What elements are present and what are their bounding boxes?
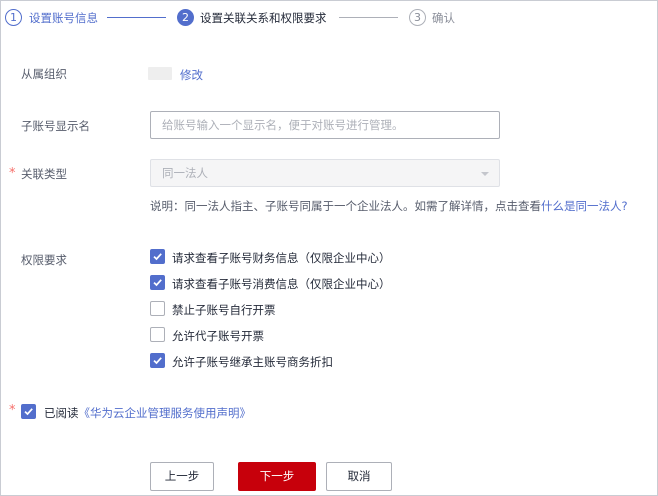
permission-option-label: 允许子账号继承主账号商务折扣 <box>172 355 333 369</box>
permission-option-label: 允许代子账号开票 <box>172 329 264 343</box>
cancel-button[interactable]: 取消 <box>326 462 392 491</box>
step-3-label: 确认 <box>432 11 455 25</box>
org-edit-link[interactable]: 修改 <box>180 67 203 83</box>
display-name-label: 子账号显示名 <box>21 119 90 133</box>
check-icon <box>153 253 162 261</box>
agreement-checkbox[interactable] <box>21 404 36 419</box>
agreement-link[interactable]: 《华为云企业管理服务使用声明》 <box>79 406 252 420</box>
permission-option-label: 请求查看子账号财务信息（仅限企业中心） <box>172 251 391 265</box>
check-icon <box>24 408 33 416</box>
agreement-text: 已阅读《华为云企业管理服务使用声明》 <box>44 405 251 421</box>
agreement-prefix: 已阅读 <box>44 406 79 420</box>
relation-type-selected-value: 同一法人 <box>162 166 208 180</box>
step-3-number: 3 <box>409 9 426 26</box>
check-icon <box>153 357 162 365</box>
chevron-down-icon <box>481 172 489 176</box>
hint-link[interactable]: 什么是同一法人? <box>541 199 628 213</box>
step-1-number: 1 <box>5 9 22 26</box>
agreement-required-mark: * <box>9 403 16 418</box>
hint-text: 说明：同一法人指主、子账号同属于一个企业法人。如需了解详情，点击查看 <box>150 199 541 213</box>
checkbox-checked[interactable] <box>150 275 165 290</box>
dialog-frame <box>0 0 658 496</box>
step-1-label: 设置账号信息 <box>29 11 98 25</box>
checkbox-checked[interactable] <box>150 249 165 264</box>
relation-type-select[interactable]: 同一法人 <box>150 159 500 187</box>
step-2-number: 2 <box>177 9 194 26</box>
permission-option-label: 请求查看子账号消费信息（仅限企业中心） <box>172 277 391 291</box>
check-icon <box>153 279 162 287</box>
relation-type-hint: 说明：同一法人指主、子账号同属于一个企业法人。如需了解详情，点击查看什么是同一法… <box>150 198 628 214</box>
step-connector-2 <box>339 17 398 18</box>
checkbox-unchecked[interactable] <box>150 301 165 316</box>
permissions-label: 权限要求 <box>21 253 67 267</box>
org-name-redacted <box>148 67 172 80</box>
permission-option-label: 禁止子账号自行开票 <box>172 303 276 317</box>
prev-button[interactable]: 上一步 <box>150 462 214 491</box>
next-button[interactable]: 下一步 <box>238 462 316 491</box>
step-2-label: 设置关联关系和权限要求 <box>200 11 327 25</box>
relation-type-label: 关联类型 <box>21 167 67 181</box>
org-label: 从属组织 <box>21 67 67 81</box>
display-name-placeholder: 给账号输入一个显示名，便于对账号进行管理。 <box>162 118 404 132</box>
display-name-input[interactable]: 给账号输入一个显示名，便于对账号进行管理。 <box>150 111 500 139</box>
checkbox-unchecked[interactable] <box>150 327 165 342</box>
checkbox-checked[interactable] <box>150 353 165 368</box>
relation-type-required-mark: * <box>9 166 16 181</box>
step-connector-1 <box>107 17 166 18</box>
